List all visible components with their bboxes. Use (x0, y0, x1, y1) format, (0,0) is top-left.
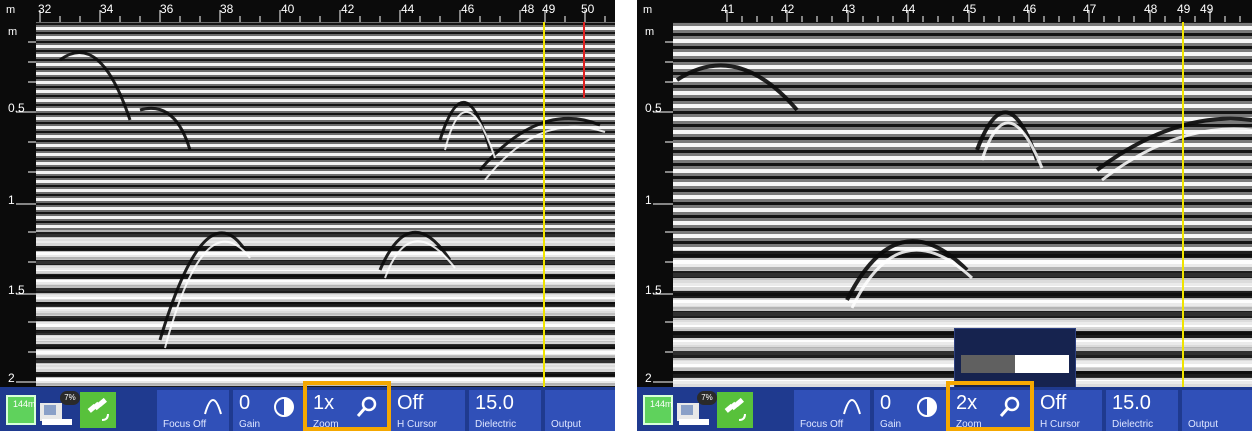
zoom-value: 2x (956, 392, 978, 414)
y-tick-label: 1 (8, 193, 15, 207)
x-tick-label: 40 (281, 2, 295, 16)
radargram-image[interactable] (0, 0, 615, 387)
gain-value: 0 (239, 392, 251, 414)
depth-marker-line (583, 22, 585, 98)
dielectric-button[interactable]: 15.0 Dielectric (469, 390, 541, 431)
focus-button[interactable]: Focus Off (157, 390, 229, 431)
x-tick-label: 41 (721, 2, 735, 16)
focus-label: Focus Off (163, 419, 207, 430)
x-tick-label: 49 (1200, 2, 1214, 16)
gpr-screen-zoom-1x: m 32 34 36 38 40 42 44 46 48 49 50 m 0.5… (0, 0, 615, 431)
dielectric-button[interactable]: 15.0 Dielectric (1106, 390, 1178, 431)
x-tick-label: 43 (842, 2, 856, 16)
x-tick-label: 38 (220, 2, 234, 16)
output-label: Output (551, 419, 582, 430)
y-tick-label: 2 (8, 371, 15, 385)
x-tick-label: 48 (521, 2, 535, 16)
x-tick-label: 49 (1177, 2, 1191, 16)
magnifier-icon (356, 396, 377, 417)
dielectric-value: 15.0 (1112, 392, 1151, 414)
x-tick-label: 48 (1144, 2, 1158, 16)
horizontal-distance-ruler: m 41 42 43 44 45 46 47 48 49 49 (637, 0, 1252, 22)
h-cursor-button[interactable]: Off H Cursor (1034, 390, 1102, 431)
gps-status-tile[interactable] (717, 392, 753, 428)
contrast-icon (917, 397, 937, 417)
zoom-label: Zoom (313, 419, 339, 430)
h-cursor-label: H Cursor (397, 419, 438, 430)
x-tick-label: 44 (902, 2, 916, 16)
satellite-icon (724, 397, 746, 421)
zoom-level-bar[interactable] (961, 355, 1069, 373)
x-tick-label: 46 (461, 2, 475, 16)
gain-label: Gain (880, 419, 902, 430)
y-tick-label: 0.5 (8, 101, 25, 115)
zoom-button[interactable]: 1x Zoom (307, 390, 387, 431)
vertical-cursor-line[interactable] (1182, 22, 1184, 387)
gain-button[interactable]: 0 Gain (874, 390, 946, 431)
storage-percent-badge: 7% (697, 391, 717, 405)
zoom-level-popup (954, 328, 1076, 390)
gain-button[interactable]: 0 Gain (233, 390, 303, 431)
h-cursor-value: Off (397, 392, 424, 414)
magnifier-icon (999, 396, 1020, 417)
x-tick-label: 50 (581, 2, 595, 16)
y-tick-label: 1 (645, 193, 652, 207)
focus-curve-icon (843, 399, 861, 415)
dielectric-value: 15.0 (475, 392, 514, 414)
gps-status-tile[interactable] (80, 392, 116, 428)
output-button[interactable]: Output (1182, 390, 1252, 431)
h-cursor-value: Off (1040, 392, 1067, 414)
horizontal-distance-ruler: m 32 34 36 38 40 42 44 46 48 49 50 (0, 0, 615, 22)
y-tick-label: 2 (645, 371, 652, 385)
focus-label: Focus Off (800, 419, 844, 430)
gpr-screen-zoom-2x: m 41 42 43 44 45 46 47 48 49 49 m 0.5 1 … (637, 0, 1252, 431)
vertical-cursor-line[interactable] (543, 22, 545, 387)
x-tick-label: 36 (160, 2, 174, 16)
zoom-level-fill (1015, 355, 1069, 373)
h-cursor-label: H Cursor (1040, 419, 1081, 430)
x-tick-label: 49 (542, 2, 556, 16)
output-label: Output (1188, 419, 1219, 430)
zoom-label: Zoom (956, 419, 982, 430)
depth-ticks (16, 41, 36, 383)
battery-time: 144m (13, 399, 36, 409)
battery-icon: 144m (6, 395, 36, 425)
dielectric-label: Dielectric (1112, 419, 1154, 430)
depth-ticks (653, 41, 673, 383)
gain-value: 0 (880, 392, 892, 414)
gain-label: Gain (239, 419, 261, 430)
depth-ruler: m 0.5 1 1.5 2 (637, 22, 673, 387)
radargram-image[interactable] (637, 0, 1252, 387)
satellite-icon (87, 397, 109, 421)
x-tick-label: 42 (341, 2, 355, 16)
y-tick-label: 1.5 (645, 283, 662, 297)
y-tick-label: 1.5 (8, 283, 25, 297)
focus-button[interactable]: Focus Off (794, 390, 870, 431)
zoom-value: 1x (313, 392, 335, 414)
battery-time: 144m (650, 399, 673, 409)
dielectric-label: Dielectric (475, 419, 517, 430)
depth-ruler: m 0.5 1 1.5 2 (0, 22, 36, 387)
y-tick-label: 0.5 (645, 101, 662, 115)
output-button[interactable]: Output (545, 390, 615, 431)
battery-icon: 144m (643, 395, 673, 425)
storage-percent-badge: 7% (60, 391, 80, 405)
bottom-taskbar: 144m 7% Focus Off 0 (0, 381, 615, 431)
x-tick-label: 42 (781, 2, 795, 16)
x-tick-label: 47 (1083, 2, 1097, 16)
contrast-icon (274, 397, 294, 417)
x-tick-label: 44 (401, 2, 415, 16)
x-tick-label: 32 (38, 2, 52, 16)
bottom-taskbar: 144m 7% Focus Off 0 (637, 381, 1252, 431)
h-cursor-button[interactable]: Off H Cursor (391, 390, 465, 431)
x-tick-label: 46 (1023, 2, 1037, 16)
zoom-button[interactable]: 2x Zoom (950, 390, 1030, 431)
focus-curve-icon (204, 399, 222, 415)
x-tick-label: 34 (100, 2, 114, 16)
x-tick-label: 45 (963, 2, 977, 16)
